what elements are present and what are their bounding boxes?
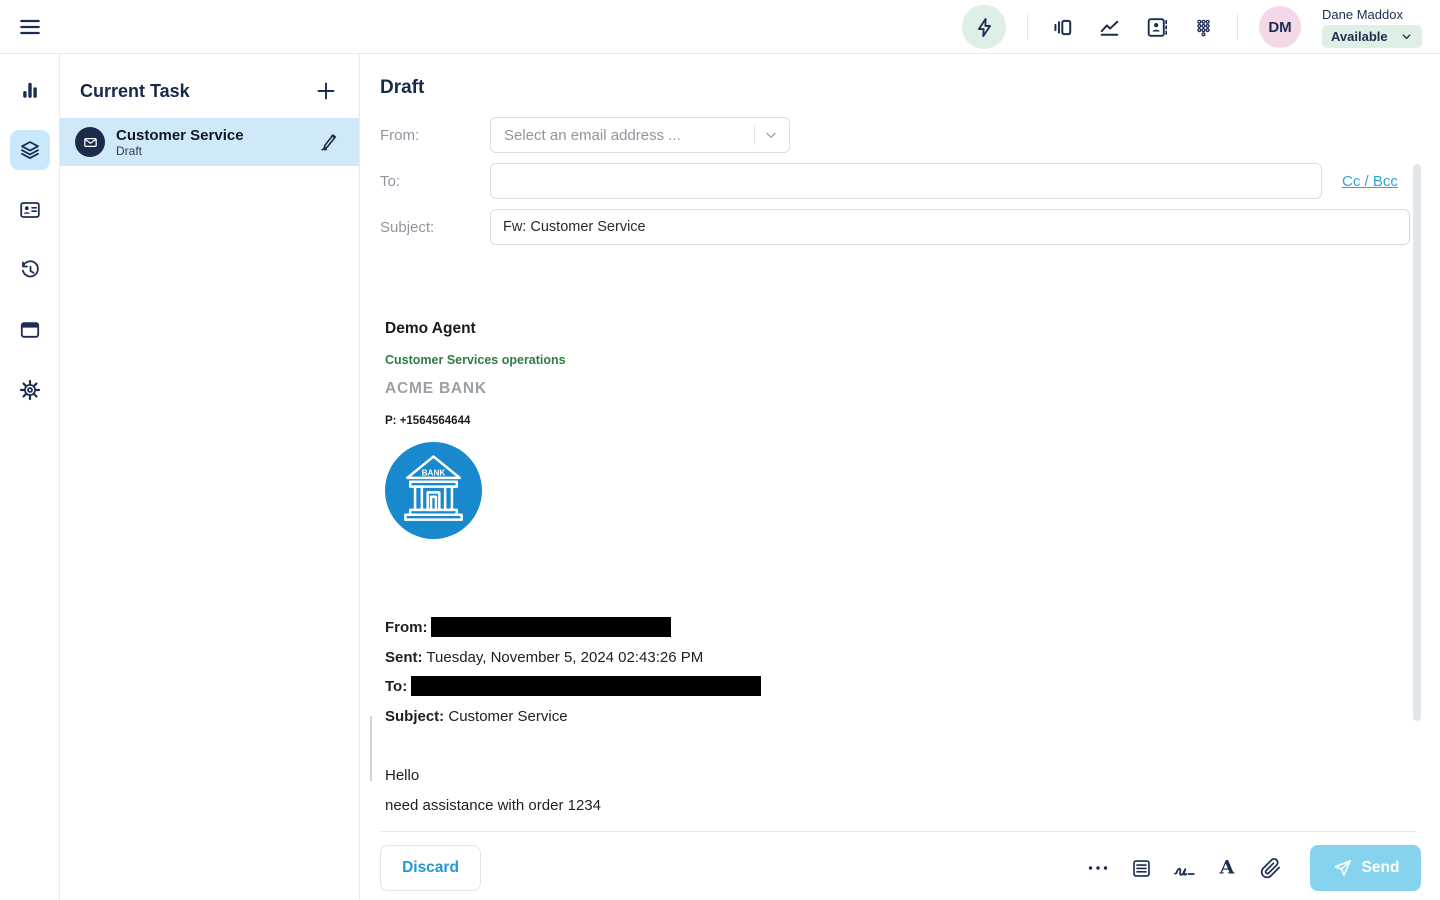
svg-text:BANK: BANK (422, 468, 446, 477)
subject-label: Subject: (380, 219, 490, 236)
svg-text:A: A (1219, 857, 1235, 879)
status-label: Available (1331, 29, 1388, 44)
signature-icon (1172, 856, 1197, 881)
dialpad-button[interactable] (1190, 14, 1216, 40)
panels-icon (1050, 15, 1075, 40)
quoted-subject-label: Subject: (385, 708, 444, 725)
history-icon (18, 258, 42, 282)
bank-logo: BANK (385, 442, 482, 539)
quoted-to-label: To: (385, 678, 407, 695)
task-panel-title: Current Task (80, 81, 190, 102)
quick-actions-button[interactable] (962, 5, 1006, 49)
sidebar-item-metrics[interactable] (10, 70, 50, 110)
status-dropdown[interactable]: Available (1322, 25, 1422, 48)
template-list-icon (1130, 857, 1153, 880)
sidebar-item-browser[interactable] (10, 310, 50, 350)
footer-divider (380, 831, 1416, 832)
message-line: need assistance with order 1234 (385, 791, 1440, 821)
user-avatar[interactable]: DM (1259, 6, 1301, 48)
vertical-scrollbar[interactable] (1413, 164, 1421, 721)
ellipsis-icon (1086, 856, 1110, 880)
hamburger-menu-icon[interactable] (16, 13, 44, 41)
redacted-from-address (431, 617, 671, 637)
quoted-email-header: From: Sent: Tuesday, November 5, 2024 02… (385, 613, 1440, 731)
composer-footer: Discard (380, 845, 1421, 891)
signature-phone: P: +1564564644 (385, 415, 1440, 427)
send-label: Send (1362, 859, 1400, 877)
redacted-to-address (411, 676, 761, 696)
send-button[interactable]: Send (1310, 845, 1421, 891)
chevron-down-icon[interactable] (763, 127, 779, 143)
font-icon: A (1215, 856, 1239, 880)
email-message-text: Hello need assistance with order 1234 (385, 761, 1440, 820)
signature-company: ACME BANK (385, 380, 1440, 398)
paperclip-icon (1259, 857, 1282, 880)
signature-button[interactable] (1171, 855, 1197, 881)
top-bar: DM Dane Maddox Available (0, 0, 1440, 54)
gear-icon (18, 378, 42, 402)
signature-agent-name: Demo Agent (385, 320, 1440, 338)
task-name: Customer Service (116, 127, 317, 144)
discard-button[interactable]: Discard (380, 845, 481, 891)
sidebar-rail (0, 54, 60, 900)
task-status: Draft (116, 144, 317, 158)
add-task-button[interactable] (313, 78, 339, 104)
to-label: To: (380, 173, 490, 190)
signature-department: Customer Services operations (385, 353, 1440, 367)
topbar-divider (1237, 14, 1238, 40)
quoted-subject-value: Customer Service (448, 708, 567, 725)
task-panel: Current Task Customer Service Draft (60, 54, 360, 900)
dialpad-icon (1191, 15, 1216, 40)
trend-chart-icon (1097, 15, 1122, 40)
sidebar-item-settings[interactable] (10, 370, 50, 410)
message-line: Hello (385, 761, 1440, 791)
editor-caret-line (370, 716, 372, 781)
sidebar-item-history[interactable] (10, 250, 50, 290)
topbar-divider (1027, 14, 1028, 40)
cc-bcc-link[interactable]: Cc / Bcc (1342, 173, 1398, 190)
quoted-sent-label: Sent: (385, 649, 423, 666)
envelope-icon (82, 134, 99, 151)
email-body-editor[interactable]: Demo Agent Customer Services operations … (360, 320, 1440, 820)
metrics-button[interactable] (1096, 14, 1122, 40)
template-button[interactable] (1128, 855, 1154, 881)
chevron-down-icon (1400, 30, 1413, 43)
contact-card-icon (18, 198, 42, 222)
draft-editor: Draft From: Select an email address ... … (360, 54, 1440, 900)
browser-window-icon (18, 318, 42, 342)
layers-icon (18, 138, 42, 162)
quoted-sent-value: Tuesday, November 5, 2024 02:43:26 PM (426, 649, 703, 666)
compose-edit-icon[interactable] (317, 130, 341, 154)
paper-plane-icon (1332, 858, 1353, 879)
attachment-button[interactable] (1257, 855, 1283, 881)
select-separator (754, 125, 755, 145)
more-options-button[interactable] (1085, 855, 1111, 881)
address-book-icon (1144, 15, 1169, 40)
to-input[interactable] (490, 163, 1322, 199)
from-label: From: (380, 127, 490, 144)
user-name: Dane Maddox (1322, 7, 1422, 22)
directory-button[interactable] (1143, 14, 1169, 40)
lightning-icon (973, 16, 996, 39)
bar-chart-icon (18, 78, 42, 102)
panels-button[interactable] (1049, 14, 1075, 40)
task-list-item[interactable]: Customer Service Draft (60, 118, 359, 166)
email-task-avatar (75, 127, 105, 157)
from-select-placeholder: Select an email address ... (504, 127, 754, 144)
quoted-from-label: From: (385, 619, 428, 636)
text-format-button[interactable]: A (1214, 855, 1240, 881)
sidebar-item-contacts[interactable] (10, 190, 50, 230)
subject-input[interactable] (490, 209, 1410, 245)
sidebar-item-tasks[interactable] (10, 130, 50, 170)
page-title: Draft (380, 77, 1440, 99)
from-select[interactable]: Select an email address ... (490, 117, 790, 153)
